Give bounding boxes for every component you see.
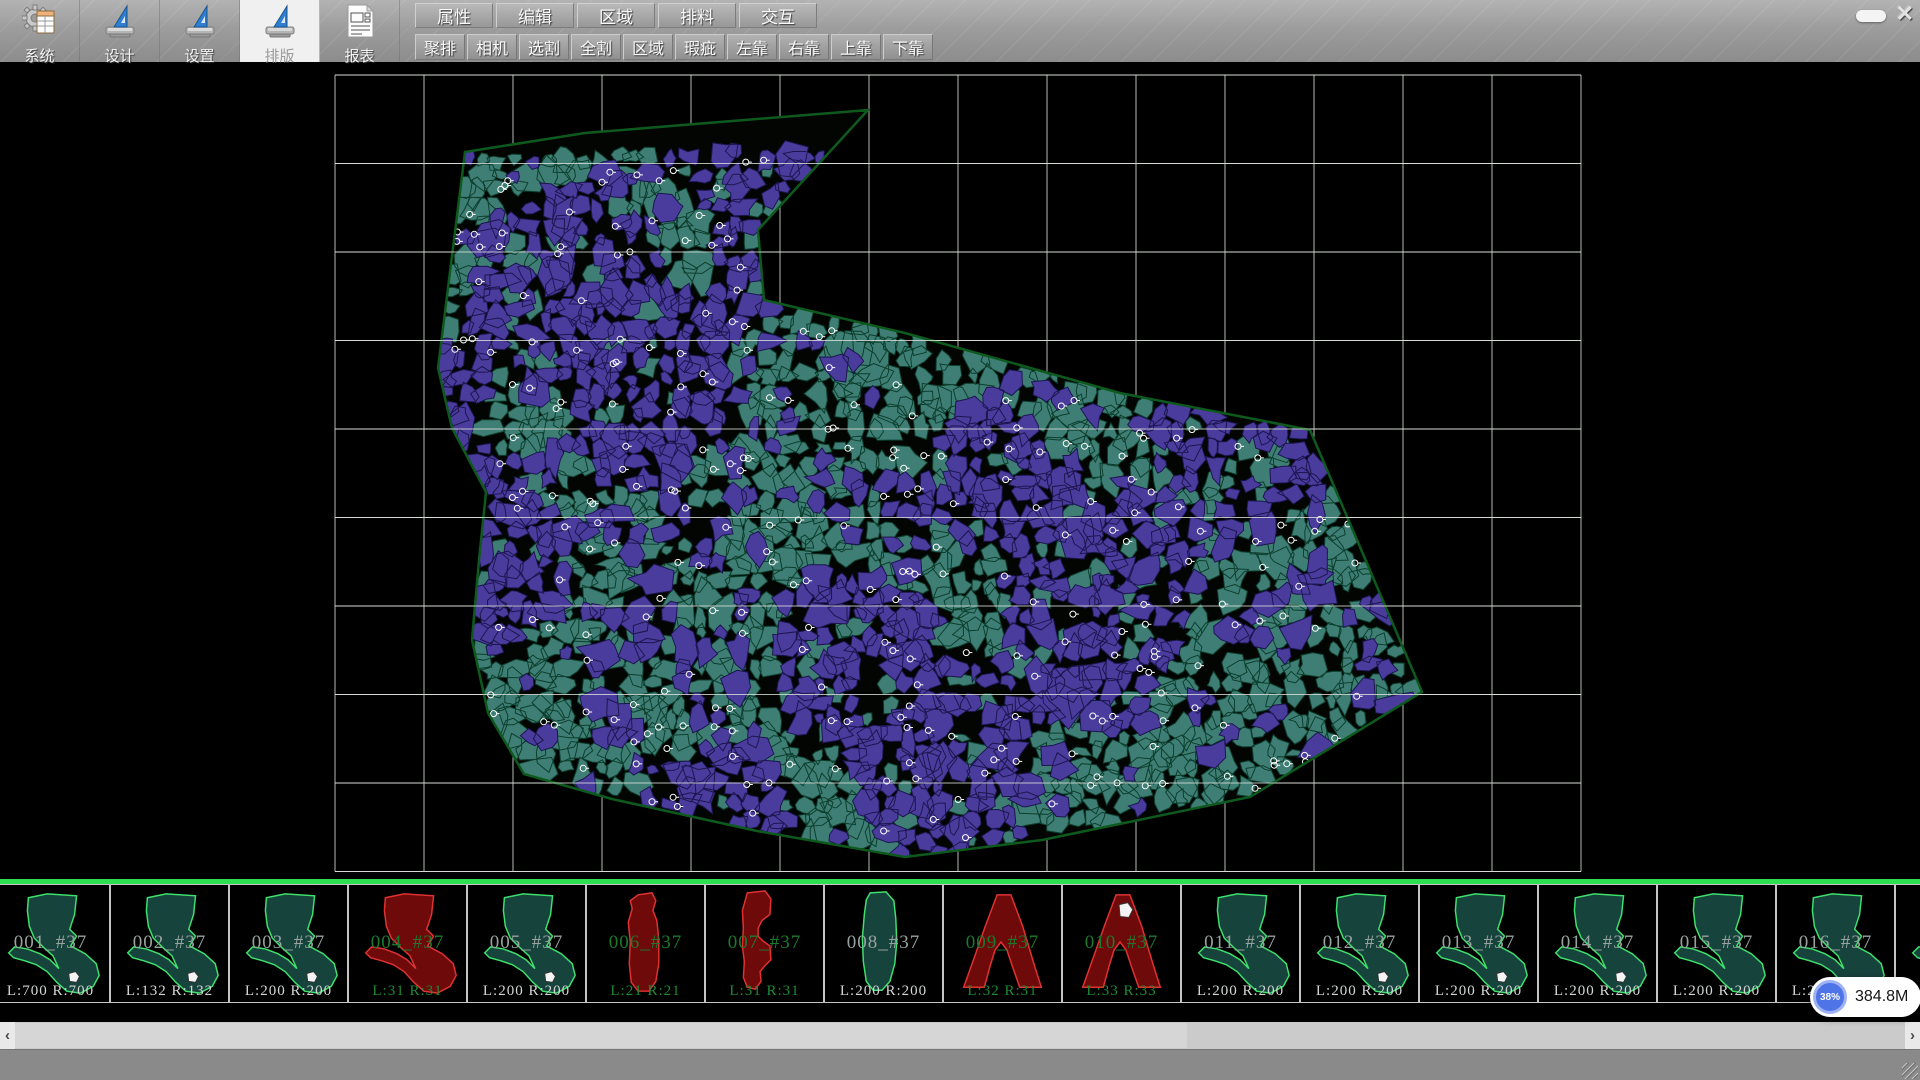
scroll-left-icon[interactable]: ‹ [0,1022,15,1049]
settings-ruler-icon [182,3,218,44]
minimize-icon[interactable] [1856,10,1886,22]
piece-id-label: 0 [1896,932,1920,954]
window-controls: ✕ [1856,4,1914,24]
main-toolbar: 系统 设计 设置 排版 报表 属性编辑区域排料交互 聚排相机选割全割区域瑕疵左靠… [0,0,1920,63]
piece-lr-count: L:200 R:200 [1420,983,1537,1000]
piece-lr-count: L:32 R:31 [944,983,1061,1000]
piece-lr-count: L:200 R:200 [825,983,942,1000]
action-button-5[interactable]: 区域 [623,34,673,60]
piece-id-label: 010_#37 [1063,932,1180,954]
piece-lr-count: L:200 R:200 [1658,983,1775,1000]
scrollbar-thumb[interactable] [15,1023,1187,1048]
piece-lr-count: L:700 R:700 [0,983,109,1000]
mode-button-4[interactable]: 排版 [240,0,320,62]
horizontal-scrollbar[interactable]: ‹ › [0,1022,1920,1049]
action-button-10[interactable]: 下靠 [883,34,933,60]
memory-usage-label: 384.8M [1855,988,1908,1006]
piece-id-label: 016_#37 [1777,932,1894,954]
piece-thumbnail-002_#37[interactable]: 002_#37 L:132 R:132 [110,884,229,1003]
piece-thumbnail-013_#37[interactable]: 013_#37 L:200 R:200 [1419,884,1538,1003]
piece-id-label: 007_#37 [706,932,823,954]
menu-item-1[interactable]: 属性 [415,3,493,28]
piece-thumbnail-004_#37[interactable]: 004_#37 L:31 R:31 [348,884,467,1003]
piece-thumbnail-015_#37[interactable]: 015_#37 L:200 R:200 [1657,884,1776,1003]
piece-thumbnail-014_#37[interactable]: 014_#37 L:200 R:200 [1538,884,1657,1003]
piece-id-label: 003_#37 [230,932,347,954]
menu-bar: 属性编辑区域排料交互 [415,3,817,28]
mode-button-label: 排版 [264,45,294,66]
mode-button-5[interactable]: 报表 [320,0,400,62]
action-button-4[interactable]: 全割 [571,34,621,60]
status-bar [0,1049,1920,1080]
design-ruler-icon [102,3,138,44]
piece-thumbnail-012_#37[interactable]: 012_#37 L:200 R:200 [1300,884,1419,1003]
nesting-drawing [0,62,1920,879]
piece-thumbnail-011_#37[interactable]: 011_#37 L:200 R:200 [1181,884,1300,1003]
mode-buttons: 系统 设计 设置 排版 报表 [0,0,400,62]
close-icon[interactable]: ✕ [1896,4,1914,24]
piece-thumbnail-010_#37[interactable]: 010_#37 L:33 R:33 [1062,884,1181,1003]
piece-id-label: 002_#37 [111,932,228,954]
piece-id-label: 005_#37 [468,932,585,954]
progress-badge: 38% 384.8M [1810,977,1920,1017]
piece-id-label: 004_#37 [349,932,466,954]
action-button-1[interactable]: 聚排 [415,34,465,60]
piece-lr-count: L:31 R:31 [706,983,823,1000]
piece-lr-count: L:31 R:31 [349,983,466,1000]
action-button-7[interactable]: 左靠 [727,34,777,60]
mode-button-label: 设计 [104,45,134,66]
piece-thumbnail-003_#37[interactable]: 003_#37 L:200 R:200 [229,884,348,1003]
action-button-3[interactable]: 选割 [519,34,569,60]
scrollbar-track[interactable] [15,1022,1905,1049]
piece-lr-count: L:200 R:200 [1182,983,1299,1000]
menu-item-2[interactable]: 编辑 [496,3,574,28]
scroll-right-icon[interactable]: › [1905,1022,1920,1049]
action-toolbar: 聚排相机选割全割区域瑕疵左靠右靠上靠下靠 [415,34,933,60]
piece-thumbnail-006_#37[interactable]: 006_#37 L:21 R:21 [586,884,705,1003]
action-button-9[interactable]: 上靠 [831,34,881,60]
menu-item-3[interactable]: 区域 [577,3,655,28]
action-button-6[interactable]: 瑕疵 [675,34,725,60]
piece-thumbnail-001_#37[interactable]: 001_#37 L:700 R:700 [0,884,110,1003]
piece-thumbnail-008_#37[interactable]: 008_#37 L:200 R:200 [824,884,943,1003]
system-gear-icon [22,3,58,44]
piece-id-label: 014_#37 [1539,932,1656,954]
piece-id-label: 009_#37 [944,932,1061,954]
mode-button-label: 报表 [344,45,374,66]
piece-lr-count: L:21 R:21 [587,983,704,1000]
piece-lr-count: L:200 R:200 [1539,983,1656,1000]
piece-lr-count: L:33 R:33 [1063,983,1180,1000]
resize-grip-icon[interactable] [1902,1063,1918,1079]
action-button-2[interactable]: 相机 [467,34,517,60]
piece-id-label: 015_#37 [1658,932,1775,954]
mode-button-2[interactable]: 设计 [80,0,160,62]
piece-thumbnail-005_#37[interactable]: 005_#37 L:200 R:200 [467,884,586,1003]
progress-percent-icon: 38% [1813,980,1847,1014]
action-button-8[interactable]: 右靠 [779,34,829,60]
mode-button-label: 系统 [24,45,54,66]
piece-id-label: 008_#37 [825,932,942,954]
piece-thumbnail-strip: 001_#37L:700 R:700002_#37L:132 R:132003_… [0,884,1920,1022]
piece-id-label: 013_#37 [1420,932,1537,954]
mode-button-label: 设置 [184,45,214,66]
piece-id-label: 006_#37 [587,932,704,954]
nesting-canvas[interactable] [0,62,1920,879]
piece-id-label: 001_#37 [0,932,109,954]
piece-id-label: 012_#37 [1301,932,1418,954]
piece-lr-count: L:200 R:200 [468,983,585,1000]
piece-thumbnail-009_#37[interactable]: 009_#37 L:32 R:31 [943,884,1062,1003]
mode-button-1[interactable]: 系统 [0,0,80,62]
report-document-icon [342,3,378,44]
piece-lr-count: L:132 R:132 [111,983,228,1000]
menu-item-4[interactable]: 排料 [658,3,736,28]
application-window: 系统 设计 设置 排版 报表 属性编辑区域排料交互 聚排相机选割全割区域瑕疵左靠… [0,0,1920,1080]
piece-thumbnail-007_#37[interactable]: 007_#37 L:31 R:31 [705,884,824,1003]
mode-button-3[interactable]: 设置 [160,0,240,62]
piece-lr-count: L:200 R:200 [230,983,347,1000]
piece-lr-count: L:200 R:200 [1301,983,1418,1000]
menu-item-5[interactable]: 交互 [739,3,817,28]
nesting-ruler-icon [262,3,298,44]
piece-id-label: 011_#37 [1182,932,1299,954]
